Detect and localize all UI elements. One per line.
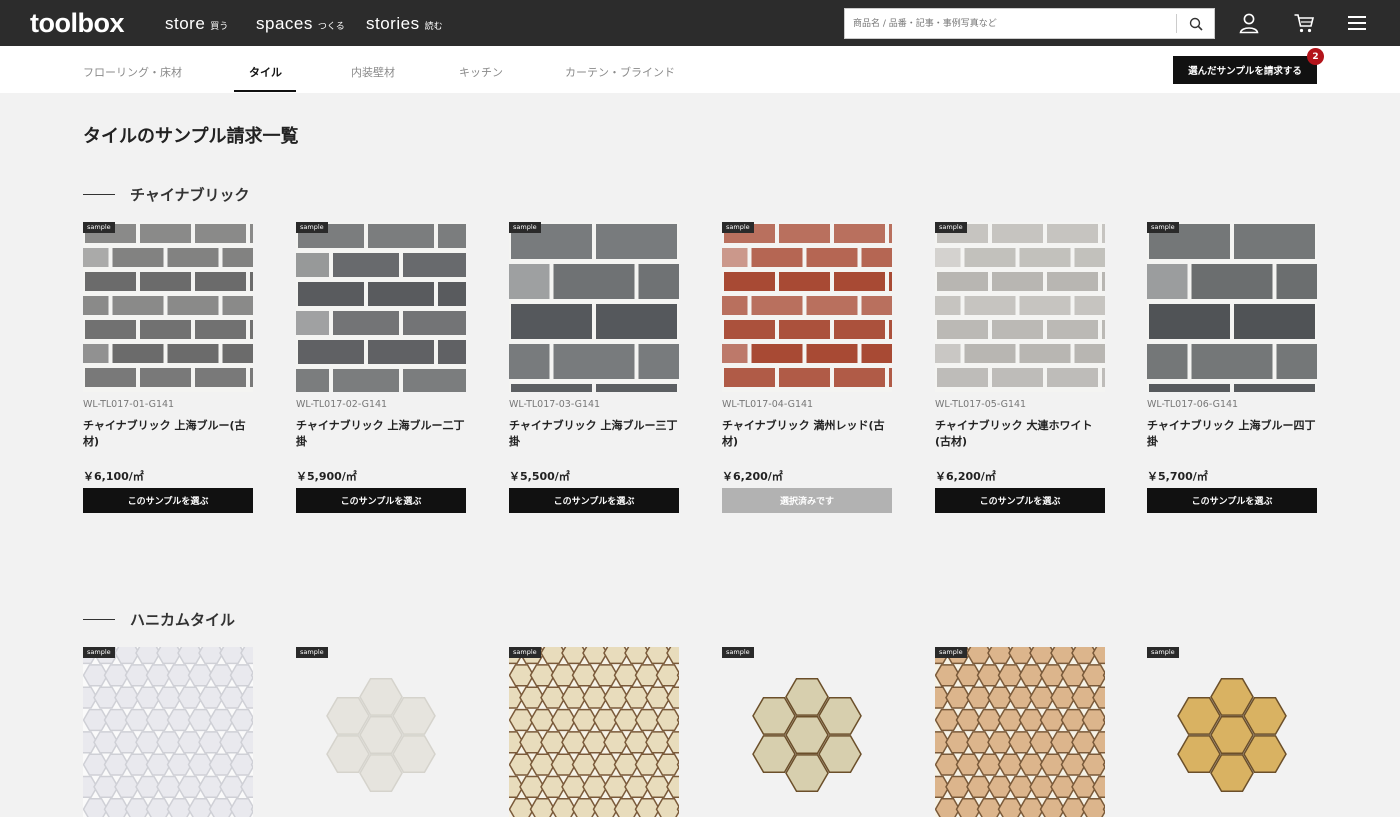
- product-code: WL-TL017-06-G141: [1147, 399, 1239, 410]
- menu-icon: [1348, 16, 1366, 30]
- section-title-text: チャイナブリック: [130, 186, 250, 204]
- nav-store[interactable]: store 買う: [165, 14, 228, 34]
- sample-tag: sample: [83, 222, 115, 233]
- select-sample-button[interactable]: このサンプルを選ぶ: [1147, 488, 1317, 513]
- select-sample-button[interactable]: このサンプルを選ぶ: [296, 488, 466, 513]
- product-name[interactable]: チャイナブリック 上海ブルー四丁掛: [1147, 418, 1317, 450]
- product-image[interactable]: [935, 647, 1105, 817]
- product-price: ￥5,700/㎡: [1147, 470, 1208, 483]
- tab-tile[interactable]: タイル: [249, 64, 282, 80]
- tab-curtain[interactable]: カーテン・ブラインド: [565, 64, 675, 80]
- cart-icon: [1294, 14, 1315, 33]
- section-dash: [83, 194, 115, 195]
- sample-tag: sample: [935, 222, 967, 233]
- menu-button[interactable]: [1345, 11, 1369, 35]
- product-image[interactable]: [296, 222, 466, 392]
- product-name[interactable]: チャイナブリック 大連ホワイト(古材): [935, 418, 1105, 450]
- product-code: WL-TL017-01-G141: [83, 399, 175, 410]
- request-samples-button[interactable]: 選んだサンプルを請求する: [1173, 56, 1317, 84]
- nav-stories-label: stories: [366, 14, 420, 33]
- select-sample-button[interactable]: このサンプルを選ぶ: [509, 488, 679, 513]
- nav-spaces[interactable]: spaces つくる: [256, 14, 345, 34]
- product-price: ￥6,200/㎡: [935, 470, 996, 483]
- section-title-brick: チャイナブリック: [83, 184, 250, 205]
- product-price: ￥5,900/㎡: [296, 470, 357, 483]
- sample-tag: sample: [1147, 222, 1179, 233]
- section-title-text: ハニカムタイル: [130, 611, 236, 629]
- product-code: WL-TL017-05-G141: [935, 399, 1027, 410]
- product-name[interactable]: チャイナブリック 上海ブルー二丁掛: [296, 418, 466, 450]
- product-price: ￥6,200/㎡: [722, 470, 783, 483]
- sample-tag: sample: [83, 647, 115, 658]
- search-button[interactable]: [1177, 9, 1215, 38]
- nav-spaces-label: spaces: [256, 14, 313, 33]
- sample-tag: sample: [296, 647, 328, 658]
- logo[interactable]: toolbox: [30, 8, 124, 39]
- select-sample-button[interactable]: このサンプルを選ぶ: [935, 488, 1105, 513]
- cart-button[interactable]: [1292, 11, 1316, 35]
- product-name[interactable]: チャイナブリック 満州レッド(古材): [722, 418, 892, 450]
- product-code: WL-TL017-04-G141: [722, 399, 814, 410]
- sample-tag: sample: [935, 647, 967, 658]
- search-input[interactable]: [845, 9, 1176, 38]
- product-image[interactable]: [722, 647, 892, 817]
- nav-store-label: store: [165, 14, 206, 33]
- tab-flooring[interactable]: フローリング・床材: [83, 64, 182, 80]
- page-title: タイルのサンプル請求一覧: [83, 126, 299, 147]
- global-header: toolbox store 買う spaces つくる stories 読む: [0, 0, 1400, 46]
- product-image[interactable]: [935, 222, 1105, 392]
- sample-tag: sample: [509, 647, 541, 658]
- active-tab-underline: [234, 90, 296, 92]
- sample-tag: sample: [722, 647, 754, 658]
- product-image[interactable]: [83, 647, 253, 817]
- nav-store-sub: 買う: [210, 22, 229, 32]
- product-image[interactable]: [509, 222, 679, 392]
- product-price: ￥5,500/㎡: [509, 470, 570, 483]
- select-sample-button[interactable]: このサンプルを選ぶ: [83, 488, 253, 513]
- selected-count-badge: 2: [1307, 48, 1324, 65]
- product-image[interactable]: [83, 222, 253, 392]
- product-image[interactable]: [296, 647, 466, 817]
- product-name[interactable]: チャイナブリック 上海ブルー(古材): [83, 418, 253, 450]
- product-price: ￥6,100/㎡: [83, 470, 144, 483]
- nav-spaces-sub: つくる: [317, 22, 345, 32]
- tab-kitchen[interactable]: キッチン: [459, 64, 503, 80]
- section-title-honeycomb: ハニカムタイル: [83, 609, 235, 630]
- product-image[interactable]: [1147, 222, 1317, 392]
- product-code: WL-TL017-02-G141: [296, 399, 388, 410]
- search-box: [844, 8, 1215, 39]
- product-image[interactable]: [722, 222, 892, 392]
- nav-stories-sub: 読む: [424, 22, 443, 32]
- search-icon: [1189, 17, 1203, 31]
- sample-tag: sample: [509, 222, 541, 233]
- nav-stories[interactable]: stories 読む: [366, 14, 443, 34]
- product-code: WL-TL017-03-G141: [509, 399, 601, 410]
- sample-tag: sample: [296, 222, 328, 233]
- selected-sample-button[interactable]: 選択済みです: [722, 488, 892, 513]
- product-image[interactable]: [509, 647, 679, 817]
- section-dash: [83, 619, 115, 620]
- account-button[interactable]: [1237, 11, 1261, 35]
- sample-tag: sample: [722, 222, 754, 233]
- product-image[interactable]: [1147, 647, 1317, 817]
- user-icon: [1239, 13, 1259, 34]
- product-name[interactable]: チャイナブリック 上海ブルー三丁掛: [509, 418, 679, 450]
- sample-tag: sample: [1147, 647, 1179, 658]
- tab-wall[interactable]: 内装壁材: [351, 64, 395, 80]
